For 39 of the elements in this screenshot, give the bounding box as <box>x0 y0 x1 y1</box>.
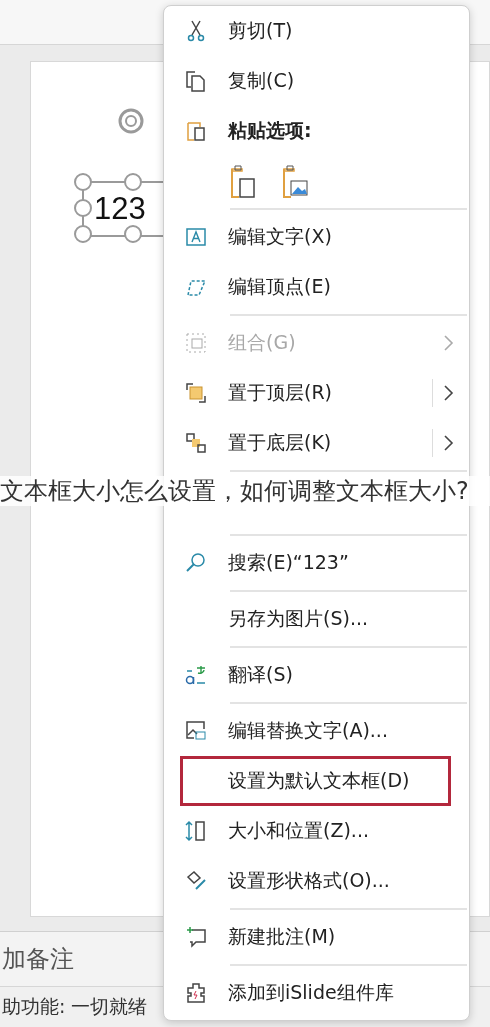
chevron-right-icon <box>443 383 455 403</box>
menu-item[interactable]: 编辑顶点(E) <box>164 262 469 318</box>
chevron-right-icon <box>443 333 455 353</box>
size-icon <box>184 819 208 843</box>
text-box-icon <box>184 225 208 249</box>
resize-handle[interactable] <box>74 173 92 191</box>
puzzle-icon <box>184 981 208 1005</box>
menu-item[interactable]: 编辑文字(X) <box>164 212 469 262</box>
menu-item[interactable]: 添加到iSlide组件库 <box>164 968 469 1018</box>
menu-item[interactable]: 剪切(T) <box>164 6 469 56</box>
menu-item[interactable]: 大小和位置(Z)... <box>164 806 469 856</box>
resize-handle[interactable] <box>74 199 92 217</box>
menu-item[interactable]: 复制(C) <box>164 56 469 106</box>
chevron-right-icon <box>443 433 455 453</box>
resize-handle[interactable] <box>124 225 142 243</box>
menu-item[interactable]: 设置形状格式(O)... <box>164 856 469 912</box>
resize-handle[interactable] <box>74 225 92 243</box>
menu-item[interactable]: 置于顶层(R) <box>164 368 469 418</box>
menu-item[interactable]: 粘贴选项: <box>164 106 469 156</box>
menu-item[interactable]: 设置为默认文本框(D) <box>180 756 451 806</box>
menu-item[interactable]: 置于底层(K) <box>164 418 469 474</box>
bring-front-icon <box>184 381 208 405</box>
picture-icon <box>184 719 208 743</box>
menu-item[interactable]: 编辑替换文字(A)... <box>164 706 469 756</box>
status-text: 助功能: 一切就绪 <box>2 994 148 1019</box>
resize-handle[interactable] <box>124 173 142 191</box>
notes-placeholder: 加备注 <box>2 944 74 975</box>
comment-icon <box>184 925 208 949</box>
menu-item[interactable]: 新建批注(M) <box>164 912 469 968</box>
send-back-icon <box>184 431 208 455</box>
menu-item[interactable]: 搜索(E)“123” <box>164 538 469 594</box>
translate-icon <box>184 663 208 687</box>
text-box-text: 123 <box>94 191 146 227</box>
article-title: 文本框大小怎么设置，如何调整文本框大小? <box>0 476 490 506</box>
menu-item[interactable]: 另存为图片(S)... <box>164 594 469 650</box>
clipboard-icon <box>184 119 208 143</box>
copy-icon <box>184 69 208 93</box>
menu-item[interactable]: 翻译(S) <box>164 650 469 706</box>
group-icon <box>184 331 208 355</box>
